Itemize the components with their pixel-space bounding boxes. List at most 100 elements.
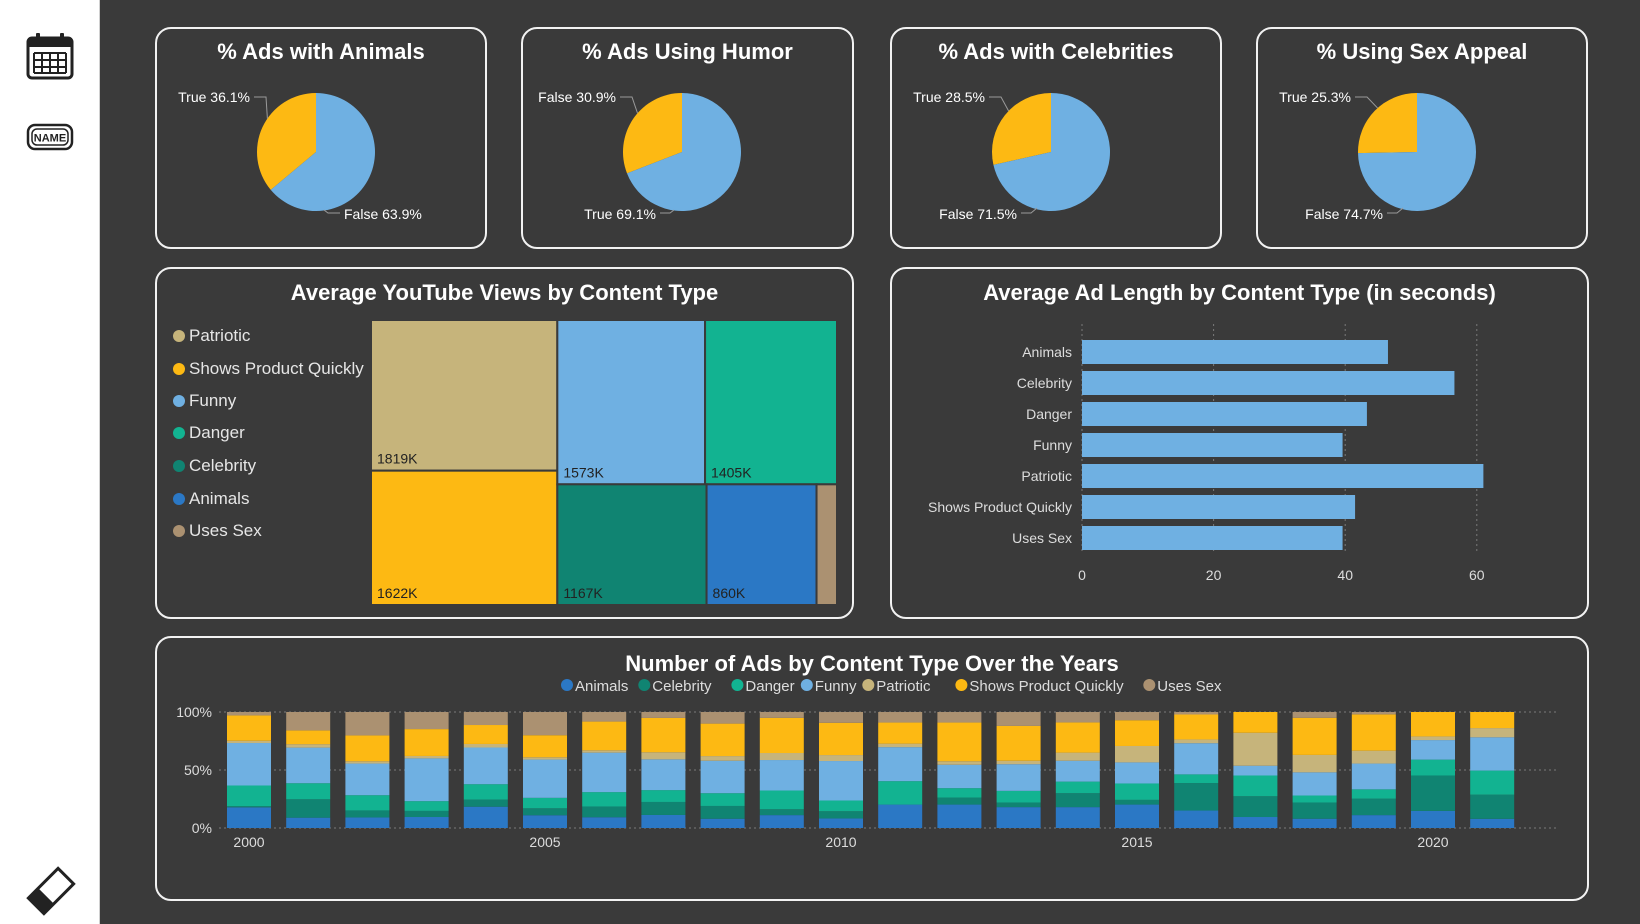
stacked-segment-patriotic (1351, 750, 1396, 764)
legend-dot (1143, 679, 1156, 691)
legend-dot (731, 679, 744, 691)
stacked-segment-celebrity (700, 805, 745, 819)
eraser-icon[interactable] (24, 864, 78, 923)
stacked-segment-patriotic (759, 753, 804, 761)
stacked-segment-funny (1174, 743, 1219, 775)
stacked-segment-animals (463, 806, 508, 828)
stacked-segment-animals (227, 807, 271, 828)
pie-label: True 69.1% (584, 206, 656, 222)
stacked-segment-patriotic (700, 756, 745, 761)
legend-label: Danger (745, 678, 794, 695)
stacked-segment-patriotic (819, 755, 863, 762)
stacked-segment-danger (878, 781, 923, 805)
stacked-segment-danger (286, 783, 331, 800)
stacked-segment-uses-sex (819, 712, 863, 723)
stacked-segment-danger (1174, 774, 1219, 784)
stacked-segment-funny (641, 759, 686, 791)
stacked-segment-shows-product-quickly (523, 735, 567, 758)
stacked-x-tick: 2005 (529, 834, 560, 850)
stacked-segment-funny (1411, 740, 1455, 760)
stacked-legend-item-uses-sex: Uses Sex (1143, 678, 1222, 695)
stacked-card: Number of Ads by Content Type Over the Y… (155, 636, 1589, 901)
stacked-segment-patriotic (878, 743, 923, 748)
stacked-segment-uses-sex (1055, 712, 1100, 723)
legend-dot (800, 679, 813, 691)
treemap-card: Average YouTube Views by Content Type Pa… (155, 267, 854, 619)
stacked-segment-funny (700, 760, 745, 794)
stacked-segment-celebrity (641, 801, 686, 815)
pie-slice-true (1358, 93, 1417, 154)
stacked-segment-celebrity (1233, 796, 1278, 818)
stacked-x-tick: 2020 (1417, 834, 1448, 850)
stacked-segment-animals (582, 817, 627, 828)
treemap-tile-patriotic (370, 319, 559, 472)
stacked-segment-funny (463, 747, 508, 785)
stacked-segment-uses-sex (582, 712, 627, 722)
legend-label: Uses Sex (1157, 678, 1222, 695)
stacked-segment-danger (1233, 775, 1278, 797)
stacked-segment-celebrity (286, 799, 331, 818)
stacked-segment-patriotic (582, 750, 627, 753)
stacked-segment-animals (1470, 818, 1515, 828)
legend-label: Patriotic (876, 678, 931, 695)
bar-x-tick: 60 (1469, 567, 1485, 583)
stacked-segment-celebrity (1055, 793, 1100, 808)
name-tag-icon[interactable]: NAME (26, 122, 74, 157)
stacked-segment-patriotic (1115, 745, 1159, 763)
pie-chart-celebrities: True 28.5% False 71.5% (913, 89, 1110, 222)
stacked-y-tick: 0% (192, 820, 212, 836)
stacked-segment-uses-sex (700, 712, 745, 724)
bar-category-label: Celebrity (1017, 375, 1072, 391)
stacked-segment-uses-sex (1115, 712, 1159, 721)
stacked-segment-celebrity (1115, 799, 1159, 805)
stacked-x-tick: 2000 (233, 834, 264, 850)
stacked-segment-animals (1115, 804, 1159, 828)
stacked-segment-danger (1411, 759, 1455, 776)
treemap-tile-label: 1405K (711, 464, 752, 480)
stacked-legend-item-animals: Animals (561, 678, 628, 695)
stacked-segment-uses-sex (404, 712, 449, 730)
stacked-segment-uses-sex (286, 712, 331, 731)
stacked-segment-funny (1055, 760, 1100, 782)
calendar-icon[interactable] (26, 32, 74, 85)
pie-chart-sex-appeal: True 25.3% False 74.7% (1279, 89, 1476, 222)
stacked-segment-shows-product-quickly (1055, 722, 1100, 753)
bar-x-tick: 0 (1078, 567, 1086, 583)
stacked-segment-shows-product-quickly (1174, 714, 1219, 740)
stacked-segment-funny (286, 747, 331, 784)
stacked-segment-danger (819, 800, 863, 812)
stacked-segment-shows-product-quickly (227, 715, 271, 741)
bar-category-label: Shows Product Quickly (928, 499, 1072, 515)
stacked-segment-funny (759, 760, 804, 791)
stacked-segment-animals (1411, 810, 1455, 828)
stacked-segment-patriotic (523, 757, 567, 760)
stacked-segment-celebrity (937, 797, 982, 805)
stacked-segment-celebrity (819, 811, 863, 819)
stacked-segment-animals (1233, 817, 1278, 828)
stacked-segment-shows-product-quickly (1115, 720, 1159, 746)
stacked-segment-uses-sex (641, 712, 686, 718)
stacked-segment-uses-sex (227, 712, 271, 716)
treemap-tile-label: 1573K (563, 464, 604, 480)
treemap-chart: 1819K 1622K 1573K 1405K 1167K 860K (370, 319, 839, 606)
stacked-segment-patriotic (937, 761, 982, 765)
bar-danger (1082, 402, 1367, 426)
stacked-segment-celebrity (1351, 798, 1396, 816)
stacked-bar-chart: Animals Celebrity Danger Funny Patriotic Show… (176, 678, 1557, 850)
stacked-segment-danger (759, 790, 804, 810)
stacked-segment-danger (582, 792, 627, 807)
stacked-segment-celebrity (404, 810, 449, 818)
stacked-segment-uses-sex (345, 712, 390, 736)
bar-funny (1082, 433, 1343, 457)
stacked-segment-celebrity (1292, 802, 1337, 819)
stacked-segment-patriotic (463, 743, 508, 748)
stacked-segment-uses-sex (1351, 712, 1396, 715)
stacked-segment-celebrity (345, 810, 390, 818)
stacked-segment-shows-product-quickly (345, 735, 390, 762)
stacked-segment-animals (345, 817, 390, 828)
pie-label: True 36.1% (178, 89, 250, 105)
pie-label: False 63.9% (344, 206, 422, 222)
stacked-segment-patriotic (641, 752, 686, 760)
stacked-segment-danger (523, 797, 567, 809)
stacked-legend-item-patriotic: Patriotic (862, 678, 931, 695)
